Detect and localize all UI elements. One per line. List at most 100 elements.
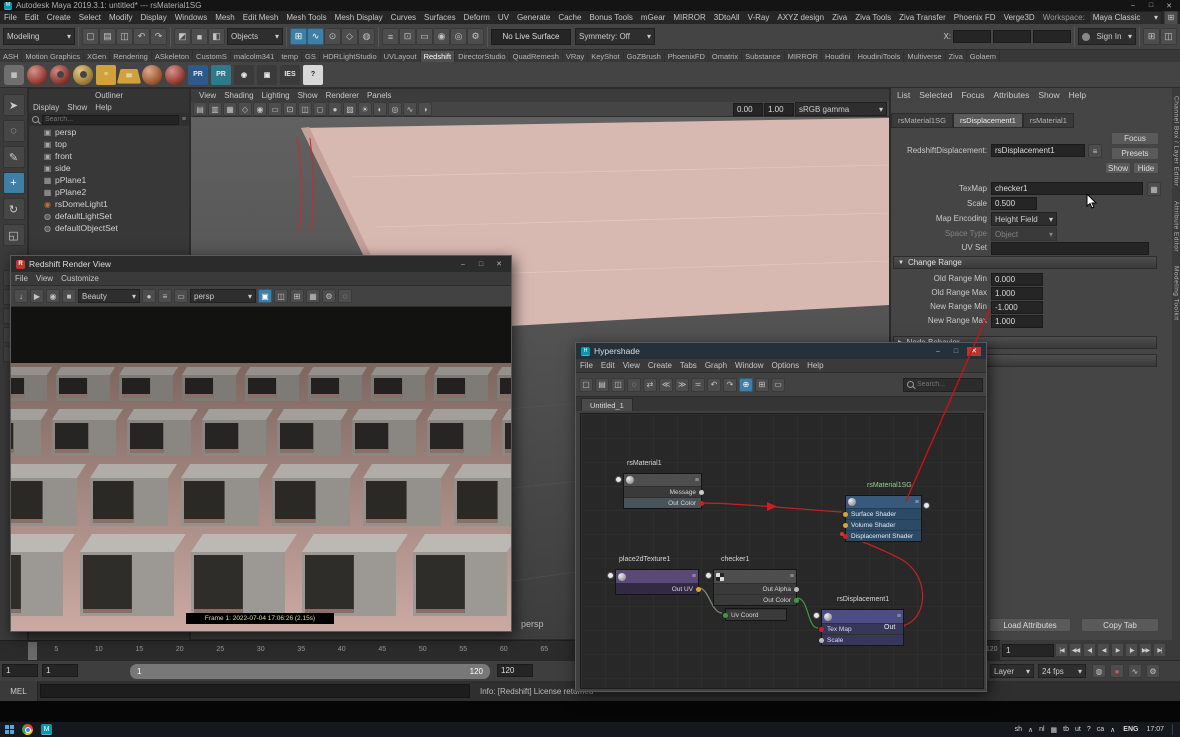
node-place2dTexture1[interactable]: ≡ Out UV xyxy=(615,569,699,595)
texture-connection-icon[interactable]: ▦ xyxy=(1147,182,1161,196)
step-back-key-button[interactable]: ◀◀ xyxy=(1069,643,1082,657)
graph-tab[interactable]: Untitled_1 xyxy=(581,398,633,411)
previous-graph-icon[interactable]: ↶ xyxy=(707,378,721,392)
symmetry-dropdown[interactable]: Symmetry: Off ▾ xyxy=(575,28,655,45)
outliner-item[interactable]: ▣ persp xyxy=(29,126,189,138)
undo-icon[interactable]: ↶ xyxy=(133,28,150,45)
hypershade-menu-item[interactable]: Window xyxy=(731,361,767,370)
hypershade-menu-item[interactable]: Options xyxy=(768,361,804,370)
redshift-material-sphere-icon[interactable] xyxy=(165,65,185,85)
go-to-end-button[interactable]: ▶| xyxy=(1153,643,1166,657)
step-forward-key-button[interactable]: ▶▶ xyxy=(1139,643,1152,657)
redshift-help-icon[interactable]: ? xyxy=(303,65,323,85)
outliner-item[interactable]: ◉ rsDomeLight1 xyxy=(29,198,189,210)
shelf-tab[interactable]: Motion Graphics xyxy=(22,51,84,62)
frame-all-icon[interactable]: ▭ xyxy=(771,378,785,392)
redshift-torus-yellow-icon[interactable] xyxy=(73,65,93,85)
move-tool-icon[interactable]: + xyxy=(3,172,25,194)
make-live-icon[interactable]: ◍ xyxy=(358,28,375,45)
menu-item[interactable]: Edit Mesh xyxy=(239,13,283,22)
menu-item[interactable]: Mesh Display xyxy=(331,13,387,22)
copy-tab-button[interactable]: Copy Tab xyxy=(1081,618,1159,632)
region-icon[interactable]: ◌ xyxy=(338,289,352,303)
menu-item[interactable]: Edit xyxy=(21,13,43,22)
texmap-field[interactable]: checker1 xyxy=(991,182,1143,195)
create-node-icon[interactable]: ▢ xyxy=(579,378,593,392)
close-button[interactable]: ✕ xyxy=(1162,1,1176,10)
shadows-icon[interactable]: ◐ xyxy=(373,102,387,116)
menu-set-dropdown[interactable]: Modeling ▾ xyxy=(3,28,75,45)
graph-downstream-icon[interactable]: ≫ xyxy=(675,378,689,392)
node-name-field[interactable]: rsDisplacement1 xyxy=(991,144,1085,157)
auto-key-icon[interactable]: ● xyxy=(1110,664,1124,678)
shelf-tab[interactable]: Substance xyxy=(742,51,784,62)
redshift-dome-light-icon[interactable] xyxy=(142,65,162,85)
node-header[interactable]: ≡ xyxy=(846,496,921,508)
redshift-sphere-icon[interactable] xyxy=(27,65,47,85)
anim-start-field[interactable]: 1 xyxy=(42,664,78,677)
focus-button[interactable]: Focus xyxy=(1111,132,1159,145)
render-current-frame-icon[interactable]: ◉ xyxy=(433,28,450,45)
select-hierarchy-icon[interactable]: ◩ xyxy=(174,28,191,45)
lasso-tool-icon[interactable]: ◌ xyxy=(3,120,25,142)
shelf-tab[interactable]: KeyShot xyxy=(588,51,623,62)
attribute-editor-menu-item[interactable]: Show xyxy=(1038,90,1059,100)
shelf-tab[interactable]: Redshift xyxy=(421,51,456,62)
range-value-field[interactable]: 1.000 xyxy=(991,287,1043,300)
abort-render-icon[interactable]: ■ xyxy=(62,289,76,303)
render-options-icon[interactable]: ≡ xyxy=(158,289,172,303)
tray-icon[interactable]: nl xyxy=(1039,726,1044,733)
command-input[interactable] xyxy=(40,684,470,698)
paint-select-tool-icon[interactable]: ✎ xyxy=(3,146,25,168)
shelf-tab[interactable]: UVLayout xyxy=(381,51,421,62)
sidebar-vertical-tab[interactable]: Channel Box / Layer Editor xyxy=(1173,96,1180,187)
rearrange-graph-icon[interactable]: ⇄ xyxy=(643,378,657,392)
maya-taskbar-icon[interactable]: M xyxy=(41,724,52,735)
menu-item[interactable]: Mesh xyxy=(211,13,239,22)
grid-layout-icon[interactable]: ⊞ xyxy=(1143,28,1160,45)
oversampling-icon[interactable]: ◉ xyxy=(253,102,267,116)
tray-icon[interactable]: ? xyxy=(1087,726,1091,733)
step-back-frame-button[interactable]: ◀| xyxy=(1083,643,1096,657)
shelf-tab[interactable]: CustomS xyxy=(193,51,231,62)
playback-start-field[interactable]: 1 xyxy=(2,664,38,677)
attribute-editor-menu-item[interactable]: Attributes xyxy=(993,90,1029,100)
outliner-item[interactable]: ▣ side xyxy=(29,162,189,174)
panel-layout-icon[interactable]: ◫ xyxy=(1160,28,1177,45)
hypershade-menu-item[interactable]: File xyxy=(576,361,597,370)
outliner-item[interactable]: ▣ front xyxy=(29,150,189,162)
outliner-menu-item[interactable]: Help xyxy=(95,103,111,112)
hide-button[interactable]: Hide xyxy=(1133,162,1159,174)
live-surface-field[interactable]: No Live Surface xyxy=(491,29,571,45)
menu-item[interactable]: UV xyxy=(494,13,513,22)
hypershade-menu-item[interactable]: View xyxy=(619,361,644,370)
menu-item[interactable]: Curves xyxy=(387,13,420,22)
menu-item[interactable]: MIRROR xyxy=(669,13,709,22)
close-button[interactable]: ✕ xyxy=(492,260,506,269)
node-header[interactable]: ≡ xyxy=(714,570,796,583)
viewport-menu-item[interactable]: Panels xyxy=(363,91,395,100)
node-checker1[interactable]: ≡ Out AlphaOut Color xyxy=(713,569,797,606)
menu-item[interactable]: Deform xyxy=(460,13,494,22)
film-gate-icon[interactable]: ⊡ xyxy=(283,102,297,116)
outliner-item[interactable]: ▣ top xyxy=(29,138,189,150)
node-header[interactable]: ≡ xyxy=(822,610,903,623)
shelf-tab[interactable]: ASH xyxy=(0,51,22,62)
wireframe-icon[interactable]: ◻ xyxy=(313,102,327,116)
redshift-plane-icon[interactable]: ▦ xyxy=(117,68,141,83)
save-scene-icon[interactable]: ◫ xyxy=(116,28,133,45)
graph-both-icon[interactable]: ≍ xyxy=(691,378,705,392)
node-header[interactable]: ≡ xyxy=(624,474,701,486)
shelf-tab[interactable]: GoZBrush xyxy=(624,51,665,62)
hypershade-menu-item[interactable]: Create xyxy=(644,361,676,370)
attribute-editor-tab[interactable]: rsMaterial1SG xyxy=(891,113,953,128)
next-graph-icon[interactable]: ↷ xyxy=(723,378,737,392)
lock-view-icon[interactable]: ▣ xyxy=(258,289,272,303)
shelf-tab[interactable]: malcolm341 xyxy=(231,51,278,62)
scale-field[interactable]: 0.500 xyxy=(991,197,1037,210)
current-frame-field[interactable]: 1 xyxy=(1002,644,1054,657)
hypershade-menu-item[interactable]: Help xyxy=(803,361,827,370)
workspace-settings-icon[interactable]: ⊞ xyxy=(1164,11,1178,25)
shelf-tab[interactable]: HoudiniTools xyxy=(854,51,904,62)
motion-blur-icon[interactable]: ∿ xyxy=(403,102,417,116)
